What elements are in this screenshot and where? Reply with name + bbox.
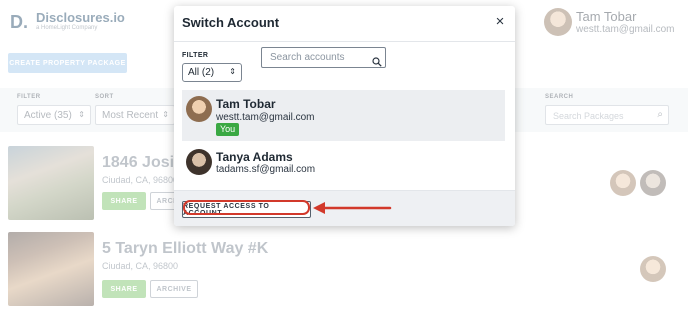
user-name[interactable]: Tam Tobar: [576, 9, 636, 24]
package-title[interactable]: 5 Taryn Elliott Way #K: [102, 240, 268, 258]
switch-account-modal: Switch Account × FILTER All (2) ⇕ Tam To…: [174, 6, 515, 226]
user-avatar[interactable]: [544, 8, 572, 36]
user-email: westt.tam@gmail.com: [576, 24, 675, 35]
account-name: Tanya Adams: [216, 150, 293, 164]
avatar: [186, 96, 212, 122]
filter-label: FILTER: [17, 94, 41, 100]
modal-header: Switch Account ×: [174, 6, 515, 42]
search-icon: [372, 57, 382, 67]
you-badge: You: [216, 123, 240, 136]
account-name: Tam Tobar: [216, 97, 276, 111]
logo-mark: D.: [10, 12, 28, 32]
property-photo: [8, 232, 94, 306]
avatar: [186, 149, 212, 175]
arrow-left-icon: [313, 202, 392, 214]
app-tagline: a HomeLight Company: [36, 25, 98, 31]
highlight-ring-annotation: [183, 200, 310, 215]
package-search-input[interactable]: Search Packages ⌕: [545, 105, 669, 125]
share-button[interactable]: SHARE: [102, 192, 146, 210]
account-email: westt.tam@gmail.com: [216, 112, 315, 123]
sort-select[interactable]: Most Recent ⇕: [95, 105, 175, 125]
chevron-updown-icon: ⇕: [78, 110, 85, 119]
account-item-tam-tobar[interactable]: Tam Tobar westt.tam@gmail.com You: [182, 90, 505, 141]
chevron-updown-icon: ⇕: [162, 110, 169, 119]
account-filter-label: FILTER: [182, 52, 209, 59]
package-row[interactable]: 5 Taryn Elliott Way #K Ciudad, CA, 96800…: [8, 232, 688, 310]
collaborator-avatar[interactable]: [640, 256, 666, 282]
close-icon[interactable]: ×: [492, 14, 508, 30]
chevron-updown-icon: ⇕: [229, 67, 236, 76]
account-search-input[interactable]: [262, 48, 367, 67]
account-filter-select[interactable]: All (2) ⇕: [182, 63, 242, 82]
create-property-package-button[interactable]: CREATE PROPERTY PACKAGE: [8, 53, 127, 73]
package-address: Ciudad, CA, 96800: [102, 261, 179, 271]
search-icon: ⌕: [657, 109, 663, 120]
archive-button[interactable]: ARCHIVE: [150, 280, 198, 298]
package-address: Ciudad, CA, 96800: [102, 175, 179, 185]
collaborator-avatar[interactable]: [640, 170, 666, 196]
account-email: tadams.sf@gmail.com: [216, 164, 316, 175]
sort-label: SORT: [95, 94, 114, 100]
search-label: SEARCH: [545, 94, 574, 100]
property-photo: [8, 146, 94, 220]
account-item-tanya-adams[interactable]: Tanya Adams tadams.sf@gmail.com: [182, 146, 505, 186]
app-name: Disclosures.io: [36, 10, 125, 25]
collaborator-avatar[interactable]: [610, 170, 636, 196]
filter-select[interactable]: Active (35) ⇕: [17, 105, 91, 125]
share-button[interactable]: SHARE: [102, 280, 146, 298]
modal-title: Switch Account: [182, 15, 280, 30]
account-search-field[interactable]: [261, 47, 386, 68]
